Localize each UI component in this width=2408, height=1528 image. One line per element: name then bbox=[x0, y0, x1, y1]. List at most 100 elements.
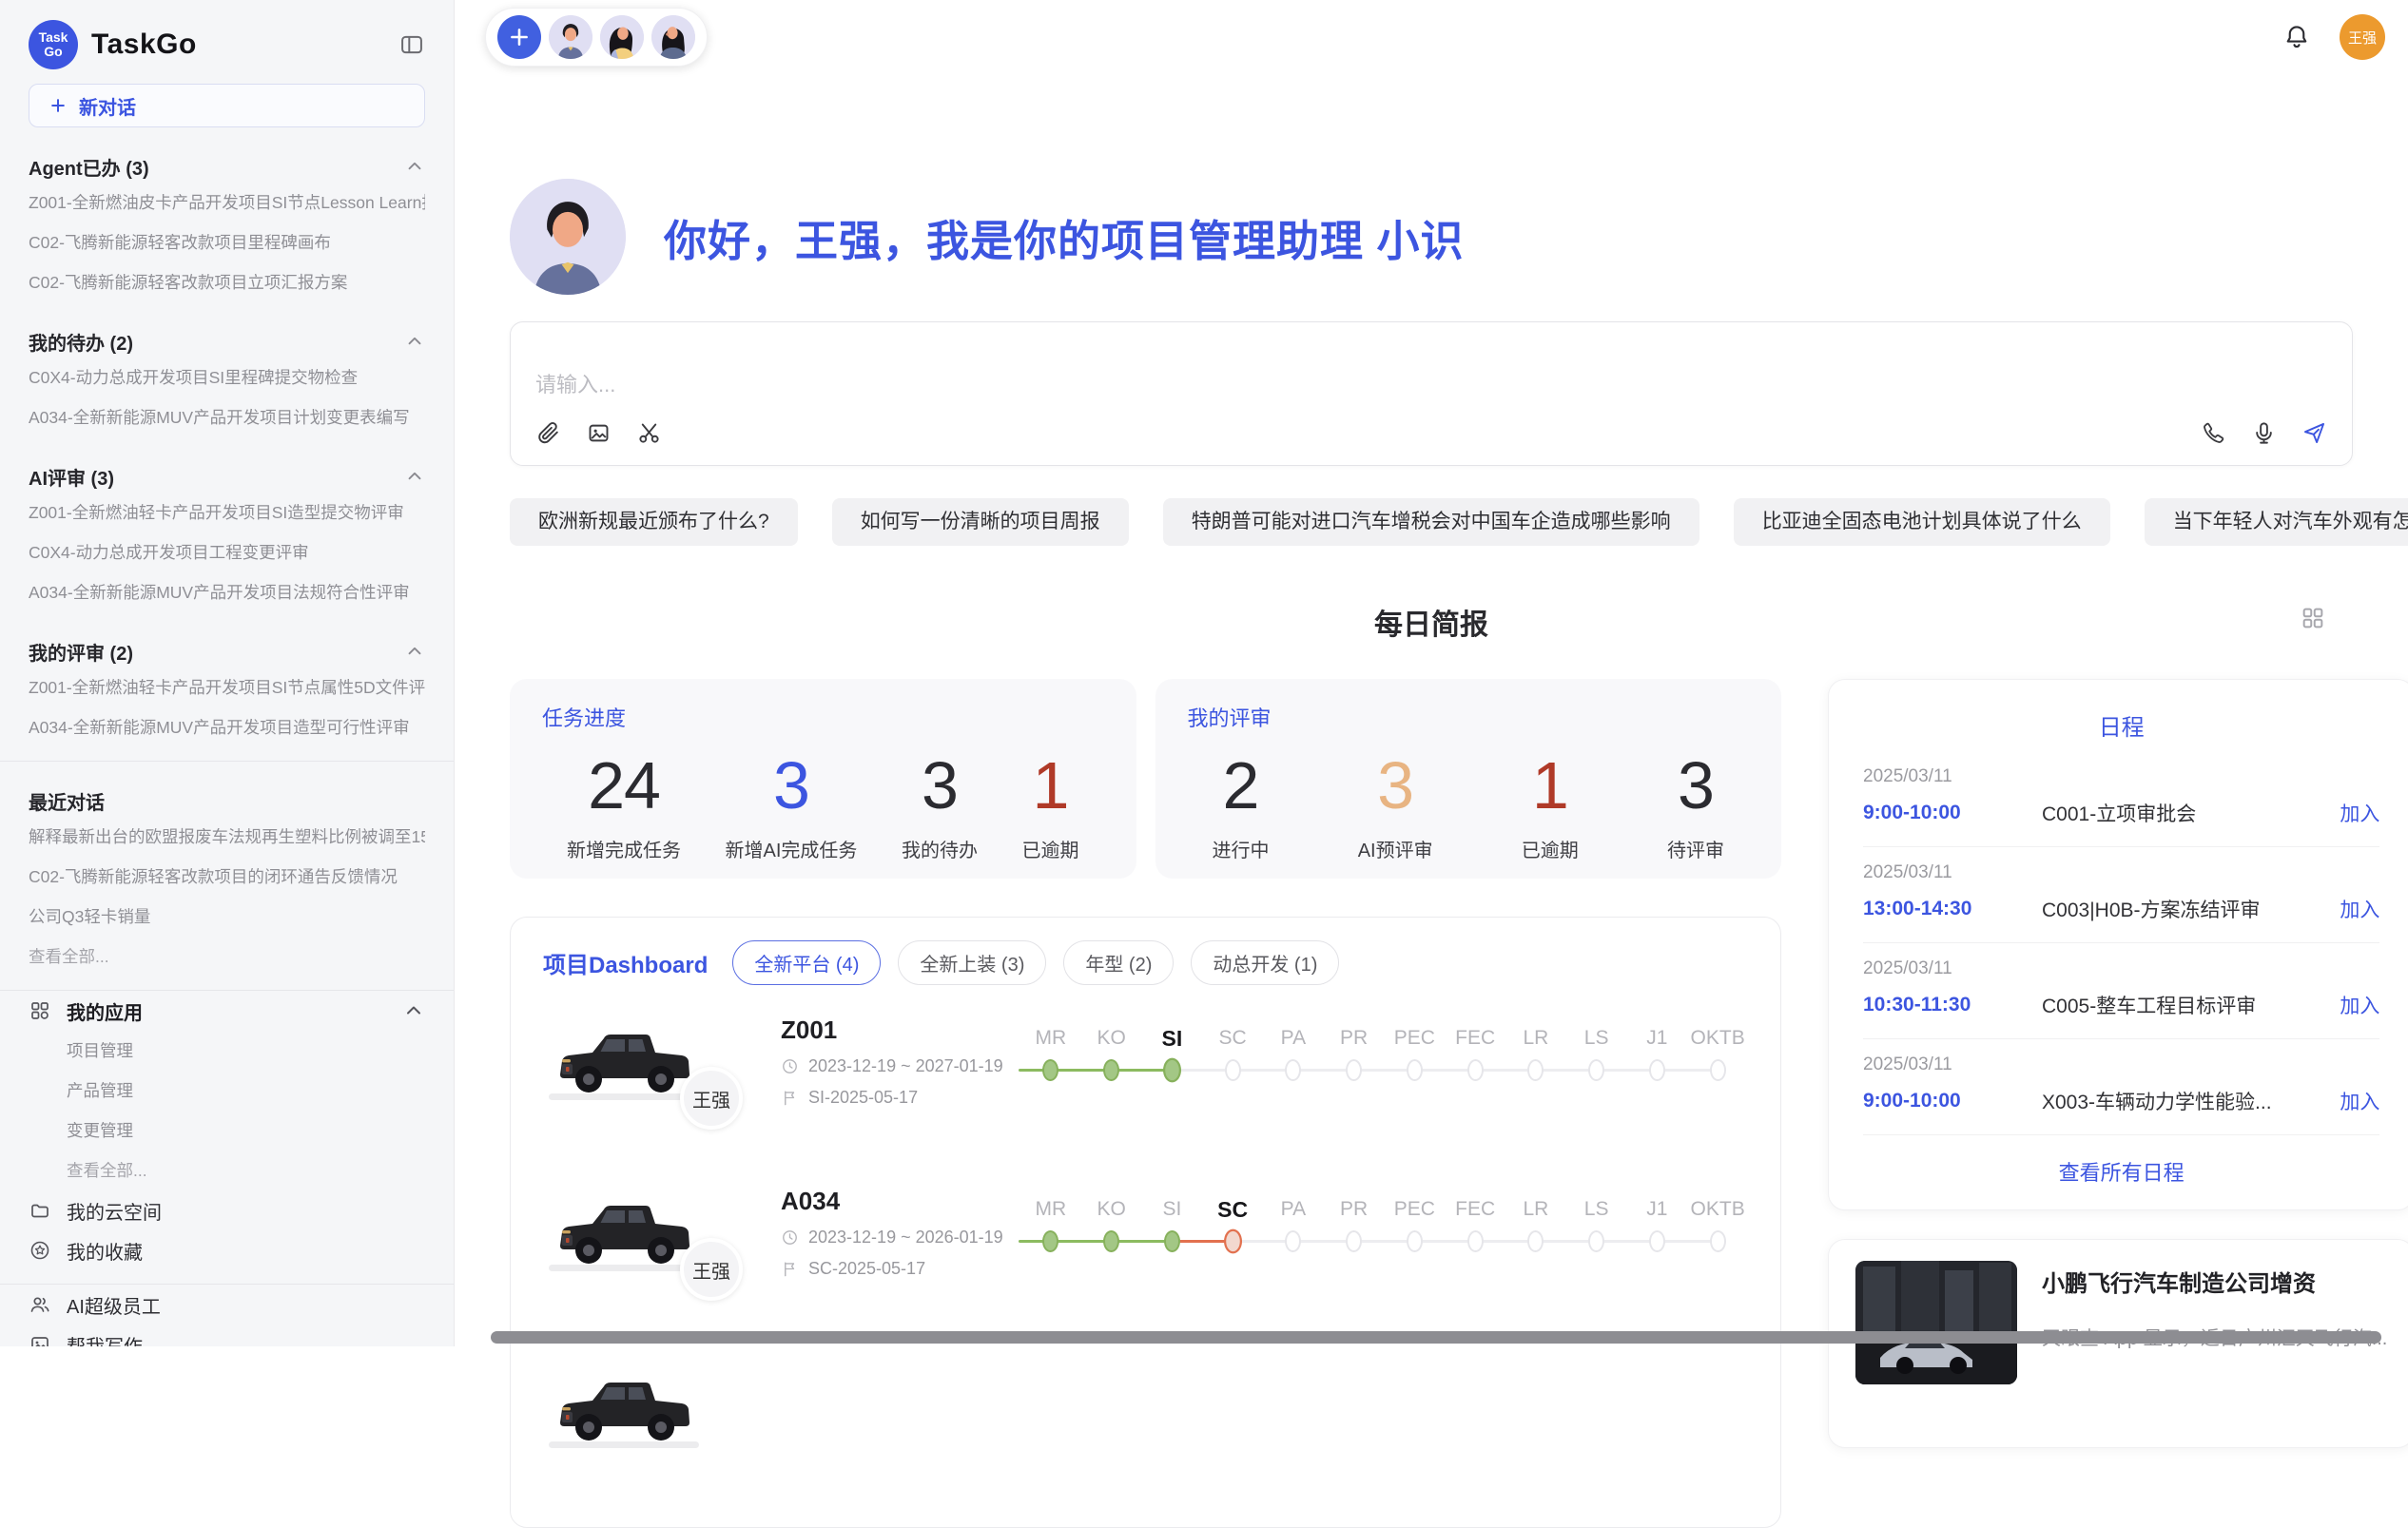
paperclip-icon[interactable] bbox=[535, 420, 561, 446]
sidebar-links: 我的云空间 我的收藏 bbox=[29, 1190, 425, 1270]
scissors-icon[interactable] bbox=[636, 420, 662, 446]
sidebar-item[interactable]: C02-飞腾新能源轻客改款项目里程碑画布 bbox=[29, 222, 425, 262]
plus-icon bbox=[49, 96, 68, 115]
suggestion-chip-2[interactable]: 特朗普可能对进口汽车增税会对中国车企造成哪些影响 bbox=[1163, 498, 1699, 546]
dashboard-filters: 全新平台 (4) 全新上装 (3) 年型 (2) 动总开发 (1) bbox=[732, 940, 1339, 985]
join-meeting-link[interactable]: 加入 bbox=[2340, 991, 2379, 1019]
stat-value: 3 bbox=[726, 747, 858, 823]
sidebar-tools: AI超级员工 帮我写作 创意制图 bbox=[29, 1285, 425, 1346]
recent-chat-item[interactable]: 公司Q3轻卡销量 bbox=[29, 897, 425, 937]
timeline-done-segment bbox=[1019, 1069, 1173, 1072]
sidebar-section-header-2[interactable]: AI评审 (3) bbox=[29, 460, 425, 493]
user-avatar[interactable]: 王强 bbox=[2340, 14, 2385, 60]
suggestion-chip-0[interactable]: 欧洲新规最近颁布了什么? bbox=[510, 498, 798, 546]
new-chat-button[interactable]: 新对话 bbox=[29, 84, 425, 127]
sidebar-item[interactable]: Z001-全新燃油皮卡产品开发项目SI节点Lesson Learn报告 bbox=[29, 183, 425, 222]
horizontal-scrollbar[interactable] bbox=[491, 1331, 2381, 1344]
folder-icon bbox=[29, 1199, 51, 1222]
sidebar-item[interactable]: Z001-全新燃油轻卡产品开发项目SI节点属性5D文件评审 bbox=[29, 667, 425, 707]
milestone-dot-KO bbox=[1103, 1230, 1119, 1252]
sidebar-item[interactable]: C0X4-动力总成开发项目SI里程碑提交物检查 bbox=[29, 358, 425, 397]
chat-input[interactable] bbox=[535, 373, 2327, 397]
chevron-up-icon bbox=[404, 466, 425, 487]
mic-icon[interactable] bbox=[2251, 420, 2277, 446]
sidebar-item[interactable]: C0X4-动力总成开发项目工程变更评审 bbox=[29, 532, 425, 572]
app-link-1[interactable]: 产品管理 bbox=[29, 1071, 425, 1111]
milestone-label-PEC: PEC bbox=[1385, 1194, 1446, 1225]
my-apps-label: 我的应用 bbox=[67, 997, 143, 1025]
send-icon[interactable] bbox=[2301, 420, 2327, 446]
app-link-2[interactable]: 变更管理 bbox=[29, 1111, 425, 1151]
briefing-header: 每日简报 bbox=[510, 601, 2353, 641]
sidebar-item-tool-0[interactable]: AI超级员工 bbox=[29, 1285, 425, 1325]
chevron-up-icon bbox=[404, 641, 425, 662]
join-meeting-link[interactable]: 加入 bbox=[2340, 895, 2379, 923]
layout-grid-icon[interactable] bbox=[2300, 605, 2326, 631]
new-chat-label: 新对话 bbox=[79, 92, 136, 120]
dashboard-filter-1[interactable]: 全新上装 (3) bbox=[898, 940, 1046, 985]
sidebar-item-my-apps[interactable]: 我的应用 bbox=[29, 991, 425, 1031]
schedule-item-0[interactable]: 2025/03/11 9:00-10:00 C001-立项审批会 加入 bbox=[1863, 751, 2379, 847]
sidebar-item-link-0[interactable]: 我的云空间 bbox=[29, 1190, 425, 1230]
schedule-name: X003-车辆动力学性能验... bbox=[2042, 1087, 2326, 1115]
stat-card-title: 我的评审 bbox=[1188, 702, 1750, 732]
schedule-item-1[interactable]: 2025/03/11 13:00-14:30 C003|H0B-方案冻结评审 加… bbox=[1863, 847, 2379, 943]
project-row-A034[interactable]: 王强 A034 2023-12-19 ~ 2026-01-19 SC-2025-… bbox=[543, 1185, 1748, 1312]
dashboard-filter-3[interactable]: 动总开发 (1) bbox=[1191, 940, 1339, 985]
milestone-dot-PR bbox=[1346, 1059, 1362, 1081]
recent-chat-item[interactable]: 解释最新出台的欧盟报废车法规再生塑料比例被调至15%... bbox=[29, 817, 425, 857]
schedule-item-3[interactable]: 2025/03/11 9:00-10:00 X003-车辆动力学性能验... 加… bbox=[1863, 1039, 2379, 1135]
date-range-text: 2023-12-19 ~ 2026-01-19 bbox=[808, 1228, 1003, 1248]
sidebar-section-header-0[interactable]: Agent已办 (3) bbox=[29, 150, 425, 183]
member-avatar[interactable] bbox=[651, 15, 695, 59]
suggestion-chip-4[interactable]: 当下年轻人对汽车外观有怎样的喜好趋势 bbox=[2145, 498, 2408, 546]
sidebar-item-tool-1[interactable]: 帮我写作 bbox=[29, 1325, 425, 1346]
center-column: 任务进度 24 新增完成任务 3 新增AI完成任务 3 我的待办 1 已逾期 我… bbox=[510, 679, 1781, 1528]
news-card[interactable]: 小鹏飞行汽车制造公司增资 天眼查 App 显示，近日广州汇天飞行汽... bbox=[1828, 1239, 2408, 1448]
dashboard-filter-0[interactable]: 全新平台 (4) bbox=[732, 940, 881, 985]
join-meeting-link[interactable]: 加入 bbox=[2340, 799, 2379, 827]
truck-image bbox=[543, 1362, 705, 1457]
recent-chat-item[interactable]: C02-飞腾新能源轻客改款项目的闭环通告反馈情况 bbox=[29, 857, 425, 897]
stat-card-1: 我的评审 2 进行中 3 AI预评审 1 已逾期 3 待评审 bbox=[1155, 679, 1782, 879]
suggestion-chip-1[interactable]: 如何写一份清晰的项目周报 bbox=[832, 498, 1129, 546]
project-row-Z001[interactable]: 王强 Z001 2023-12-19 ~ 2027-01-19 SI-2025-… bbox=[543, 1014, 1748, 1141]
stat: 1 已逾期 bbox=[1022, 747, 1079, 862]
app-link-3[interactable]: 查看全部... bbox=[29, 1151, 425, 1190]
view-all-schedule-link[interactable]: 查看所有日程 bbox=[1863, 1135, 2379, 1200]
stat-card-0: 任务进度 24 新增完成任务 3 新增AI完成任务 3 我的待办 1 已逾期 bbox=[510, 679, 1136, 879]
sidebar-section-label: Agent已办 (3) bbox=[29, 153, 149, 181]
suggestion-chip-3[interactable]: 比亚迪全固态电池计划具体说了什么 bbox=[1734, 498, 2110, 546]
chat-composer[interactable] bbox=[510, 321, 2353, 466]
sidebar-section-header-3[interactable]: 我的评审 (2) bbox=[29, 635, 425, 667]
sidebar-item[interactable]: Z001-全新燃油轻卡产品开发项目SI造型提交物评审 bbox=[29, 493, 425, 532]
chevron-up-icon bbox=[402, 999, 425, 1022]
bell-icon[interactable] bbox=[2282, 23, 2311, 51]
collapse-sidebar-icon[interactable] bbox=[398, 31, 425, 58]
sidebar-item-label: 我的云空间 bbox=[67, 1197, 162, 1225]
member-avatar[interactable] bbox=[600, 15, 644, 59]
sidebar-item[interactable]: C02-飞腾新能源轻客改款项目立项汇报方案 bbox=[29, 262, 425, 302]
sidebar-item[interactable]: A034-全新新能源MUV产品开发项目计划变更表编写 bbox=[29, 397, 425, 437]
milestone-dot-OKTB bbox=[1710, 1230, 1726, 1252]
sidebar-section-header-1[interactable]: 我的待办 (2) bbox=[29, 325, 425, 358]
member-avatar[interactable] bbox=[549, 15, 592, 59]
dashboard-filter-2[interactable]: 年型 (2) bbox=[1063, 940, 1174, 985]
phone-icon[interactable] bbox=[2201, 420, 2226, 446]
timeline-done-segment bbox=[1019, 1240, 1173, 1243]
join-meeting-link[interactable]: 加入 bbox=[2340, 1087, 2379, 1115]
sidebar-item-link-1[interactable]: 我的收藏 bbox=[29, 1230, 425, 1270]
project-dashboard-card: 项目Dashboard 全新平台 (4)全新上装 (3)年型 (2)动总开发 (… bbox=[510, 917, 1781, 1528]
app-title: TaskGo bbox=[91, 29, 197, 61]
schedule-item-2[interactable]: 2025/03/11 10:30-11:30 C005-整车工程目标评审 加入 bbox=[1863, 943, 2379, 1039]
sidebar-section-label: 我的评审 (2) bbox=[29, 638, 133, 666]
sidebar-item[interactable]: A034-全新新能源MUV产品开发项目造型可行性评审 bbox=[29, 707, 425, 747]
stat-value: 3 bbox=[1667, 747, 1724, 823]
app-link-0[interactable]: 项目管理 bbox=[29, 1031, 425, 1071]
recent-chats-header: 最近对话 bbox=[29, 784, 425, 817]
image-icon[interactable] bbox=[586, 420, 612, 446]
milestone-dot-FEC bbox=[1467, 1059, 1484, 1081]
add-member-button[interactable] bbox=[497, 15, 541, 59]
view-all-chats-link[interactable]: 查看全部... bbox=[29, 937, 425, 977]
sidebar-item[interactable]: A034-全新新能源MUV产品开发项目法规符合性评审 bbox=[29, 572, 425, 612]
